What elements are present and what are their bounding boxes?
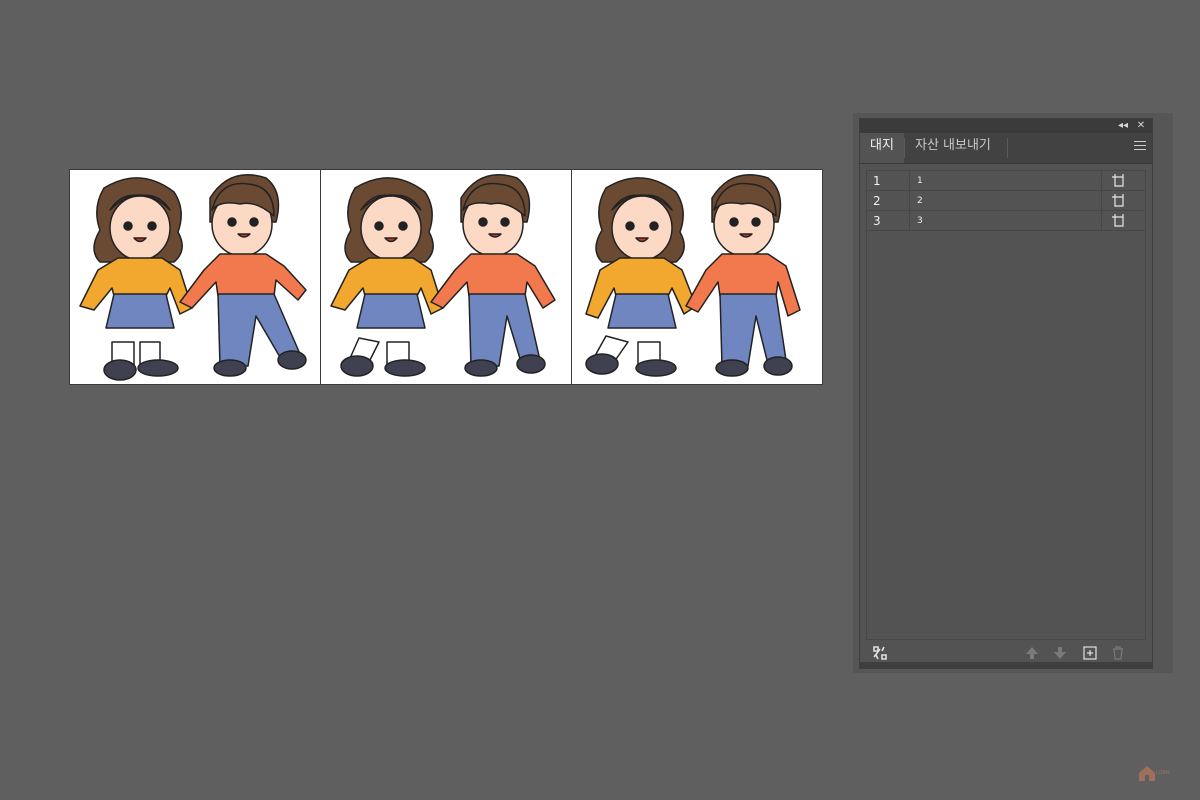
artboard-row[interactable]: 3 3 [867, 211, 1145, 231]
artboard-name[interactable]: 1 [917, 171, 923, 191]
tab-artboards[interactable]: 대지 [860, 133, 904, 163]
tab-asset-export[interactable]: 자산 내보내기 [905, 133, 1001, 163]
artboard-name[interactable]: 2 [917, 191, 923, 211]
artboard-3[interactable] [572, 170, 822, 384]
artboard-options-icon[interactable] [1101, 171, 1145, 191]
artboard-row[interactable]: 2 2 [867, 191, 1145, 211]
artboard-name[interactable]: 3 [917, 211, 923, 231]
close-icon[interactable]: ✕ [1134, 119, 1148, 133]
panel-subtabs [860, 662, 1152, 668]
artboard-number: 1 [873, 171, 910, 191]
workspace-canvas[interactable]: ◂◂ ✕ 대지 자산 내보내기 1 1 2 2 3 3 LOAN [0, 0, 1200, 800]
watermark-text: LOAN [1156, 770, 1170, 776]
delete-icon[interactable] [1110, 645, 1126, 661]
tab-divider [1007, 138, 1008, 158]
artboard-row[interactable]: 1 1 [867, 171, 1145, 191]
move-down-icon[interactable] [1052, 645, 1068, 661]
characters-illustration-2 [330, 174, 556, 377]
artboard-1[interactable] [70, 170, 320, 384]
characters-illustration-1 [79, 174, 307, 381]
characters-illustration-3 [585, 174, 801, 377]
artboard-number: 3 [873, 211, 910, 231]
move-up-icon[interactable] [1024, 645, 1040, 661]
artboard-number: 2 [873, 191, 910, 211]
artboard-list: 1 1 2 2 3 3 [866, 170, 1146, 640]
panel-menu-icon[interactable] [1134, 141, 1146, 153]
new-artboard-icon[interactable] [1082, 645, 1098, 661]
panel-tabs: 대지 자산 내보내기 [860, 133, 1152, 164]
panel-header: ◂◂ ✕ [860, 119, 1152, 133]
watermark-logo: LOAN [1138, 764, 1178, 784]
collapse-icon[interactable]: ◂◂ [1116, 119, 1130, 133]
house-logo-icon [1139, 766, 1155, 781]
artboard-options-icon[interactable] [1101, 211, 1145, 231]
rearrange-icon[interactable] [872, 645, 888, 661]
artboard-2[interactable] [321, 170, 571, 384]
artboard-options-icon[interactable] [1101, 191, 1145, 211]
artboards-panel: ◂◂ ✕ 대지 자산 내보내기 1 1 2 2 3 3 [859, 118, 1153, 669]
